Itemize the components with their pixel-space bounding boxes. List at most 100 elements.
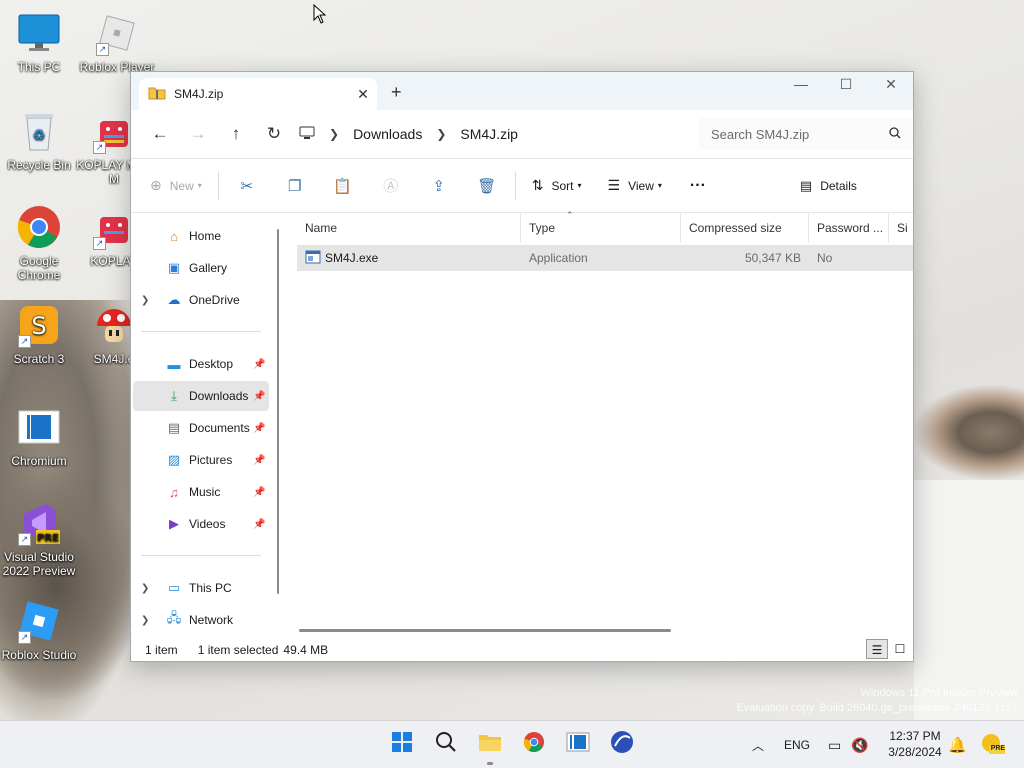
display-icon[interactable]: ▭: [828, 737, 841, 754]
sidebar-item-label: Pictures: [189, 453, 233, 467]
search-taskbar-button[interactable]: [426, 729, 466, 761]
table-row[interactable]: SM4J.exe Application 50,347 KB No: [297, 245, 913, 271]
sidebar-item-label: This PC: [189, 581, 232, 595]
view-button[interactable]: ☰ View ▾: [608, 177, 662, 194]
up-button[interactable]: ↑: [217, 124, 255, 144]
desktop-icon-chromium[interactable]: Chromium: [1, 404, 77, 468]
sidebar-item-music[interactable]: ♫ Music 📌: [133, 477, 269, 507]
bell-icon[interactable]: 🔔: [948, 736, 967, 754]
show-hidden-icons-button[interactable]: ︿: [752, 737, 764, 754]
title-bar[interactable]: SM4J.zip ✕ + — ☐ ✕: [131, 72, 913, 110]
sidebar-item-home[interactable]: ⌂ Home: [133, 221, 269, 251]
chrome-taskbar-button[interactable]: [514, 729, 554, 761]
app-taskbar-button[interactable]: [602, 729, 642, 761]
pin-icon[interactable]: 📌: [253, 487, 267, 498]
file-list[interactable]: ⌃ Name Type Compressed size Password ...…: [279, 210, 913, 638]
cut-icon[interactable]: ✂: [229, 177, 265, 195]
minimize-button[interactable]: —: [778, 76, 824, 92]
sidebar-item-onedrive[interactable]: ❯ ☁ OneDrive: [133, 285, 269, 315]
maximize-button[interactable]: ☐: [823, 76, 869, 93]
chevron-right-icon[interactable]: ❯: [141, 615, 155, 626]
close-window-button[interactable]: ✕: [868, 76, 914, 93]
file-name: SM4J.exe: [325, 251, 379, 265]
desktop-icon-this-pc[interactable]: This PC: [1, 10, 77, 74]
delete-icon[interactable]: 🗑: [469, 177, 505, 195]
tab-close-button[interactable]: ✕: [349, 86, 377, 103]
desktop-icon: ▬: [167, 356, 181, 372]
navigation-pane[interactable]: ⌂ Home ▣ Gallery ❯ ☁ OneDrive ▬ Desktop …: [131, 213, 280, 638]
breadcrumb[interactable]: ❯ Downloads ❯ SM4J.zip: [299, 118, 691, 150]
sidebar-item-label: Network: [189, 613, 234, 627]
chevron-down-icon: ▾: [577, 181, 582, 190]
sidebar-item-network[interactable]: ❯ 🖧 Network: [133, 605, 269, 635]
volume-muted-icon[interactable]: 🔇: [851, 737, 868, 754]
desktop-icon-google-chrome[interactable]: Google Chrome: [1, 204, 77, 282]
file-type: Application: [529, 251, 588, 265]
new-tab-button[interactable]: +: [391, 82, 402, 103]
pin-icon[interactable]: 📌: [253, 391, 267, 402]
column-header-compressed-size[interactable]: Compressed size: [681, 213, 809, 243]
chevron-right-icon[interactable]: ❯: [141, 583, 155, 594]
sidebar-item-label: Music: [189, 485, 221, 499]
pin-icon[interactable]: 📌: [253, 455, 267, 466]
start-button[interactable]: [382, 729, 422, 761]
file-name-cell: SM4J.exe: [297, 245, 521, 271]
rename-icon[interactable]: Ⓐ: [373, 175, 409, 196]
paste-icon[interactable]: 📋: [325, 177, 361, 195]
tiles-view-button[interactable]: ☐: [889, 639, 911, 659]
copy-icon[interactable]: ❐: [277, 177, 313, 195]
taskbar: ︿ ENG ▭ 🔇 12:37 PM 3/28/2024 🔔 PRE: [0, 720, 1024, 768]
windows-logo-icon: [391, 731, 413, 759]
sidebar-item-videos[interactable]: ▶ Videos 📌: [133, 509, 269, 539]
horizontal-scrollbar[interactable]: [299, 629, 671, 632]
pin-icon[interactable]: 📌: [253, 423, 267, 434]
music-icon: ♫: [169, 484, 179, 500]
desktop-icon-roblox-studio[interactable]: ↗ Roblox Studio: [1, 598, 77, 662]
breadcrumb-downloads[interactable]: Downloads: [353, 126, 422, 142]
column-header-size[interactable]: Si: [889, 213, 909, 243]
forward-button[interactable]: →: [179, 124, 217, 144]
column-header-name[interactable]: Name: [297, 213, 521, 243]
column-header-type[interactable]: Type: [521, 213, 681, 243]
sort-icon: ⇅: [531, 177, 544, 193]
new-label: New: [169, 178, 194, 193]
pc-icon[interactable]: [299, 126, 315, 143]
chevron-right-icon[interactable]: ❯: [329, 127, 339, 141]
desktop-icon-visual-studio[interactable]: PRE ↗ Visual Studio 2022 Preview: [1, 500, 77, 578]
evaluation-watermark: Windows 11 Pro Insider Preview Evaluatio…: [736, 686, 1018, 716]
file-explorer-window[interactable]: SM4J.zip ✕ + — ☐ ✕ ← → ↑ ↻ ❯ Downloads ❯…: [130, 71, 914, 662]
toolbar-divider: [217, 171, 219, 200]
details-pane-button[interactable]: ▤ Details: [800, 178, 857, 194]
column-header-password[interactable]: Password ...: [809, 213, 889, 243]
desktop-icon-recycle-bin[interactable]: ♻ Recycle Bin: [1, 108, 77, 172]
breadcrumb-sm4j-zip[interactable]: SM4J.zip: [460, 126, 518, 142]
clock[interactable]: 12:37 PM 3/28/2024: [884, 728, 946, 760]
back-button[interactable]: ←: [141, 124, 179, 144]
status-bar: 1 item 1 item selected 49.4 MB ☰ ☐: [131, 638, 913, 661]
share-icon[interactable]: ⇪: [421, 177, 457, 195]
sidebar-item-documents[interactable]: ▤ Documents 📌: [133, 413, 269, 443]
search-input[interactable]: Search SM4J.zip: [698, 118, 913, 150]
tab-sm4j-zip[interactable]: SM4J.zip ✕: [139, 78, 377, 110]
new-button[interactable]: ⊕ New ▾: [150, 177, 202, 194]
details-view-button[interactable]: ☰: [866, 639, 888, 659]
insider-badge[interactable]: PRE: [981, 733, 1005, 758]
sidebar-item-this-pc[interactable]: ❯ ▭ This PC: [133, 573, 269, 603]
pin-icon[interactable]: 📌: [253, 359, 267, 370]
chromium-taskbar-button[interactable]: [558, 729, 598, 761]
sidebar-item-gallery[interactable]: ▣ Gallery: [133, 253, 269, 283]
chevron-right-icon[interactable]: ❯: [436, 127, 446, 141]
sidebar-item-downloads[interactable]: ⤓ Downloads 📌: [133, 381, 269, 411]
refresh-button[interactable]: ↻: [255, 124, 293, 144]
file-explorer-taskbar-button[interactable]: [470, 729, 510, 765]
svg-text:S: S: [31, 312, 46, 340]
sidebar-item-desktop[interactable]: ▬ Desktop 📌: [133, 349, 269, 379]
pin-icon[interactable]: 📌: [253, 519, 267, 530]
sort-button[interactable]: ⇅ Sort ▾: [532, 177, 582, 194]
desktop-icon-scratch[interactable]: S ↗ Scratch 3: [1, 302, 77, 366]
sidebar-item-pictures[interactable]: ▨ Pictures 📌: [133, 445, 269, 475]
language-indicator[interactable]: ENG: [784, 738, 810, 752]
chevron-right-icon[interactable]: ❯: [141, 295, 155, 306]
more-options-button[interactable]: ···: [690, 177, 706, 195]
desktop-icon-roblox-player[interactable]: ↗ Roblox Player: [79, 10, 155, 74]
